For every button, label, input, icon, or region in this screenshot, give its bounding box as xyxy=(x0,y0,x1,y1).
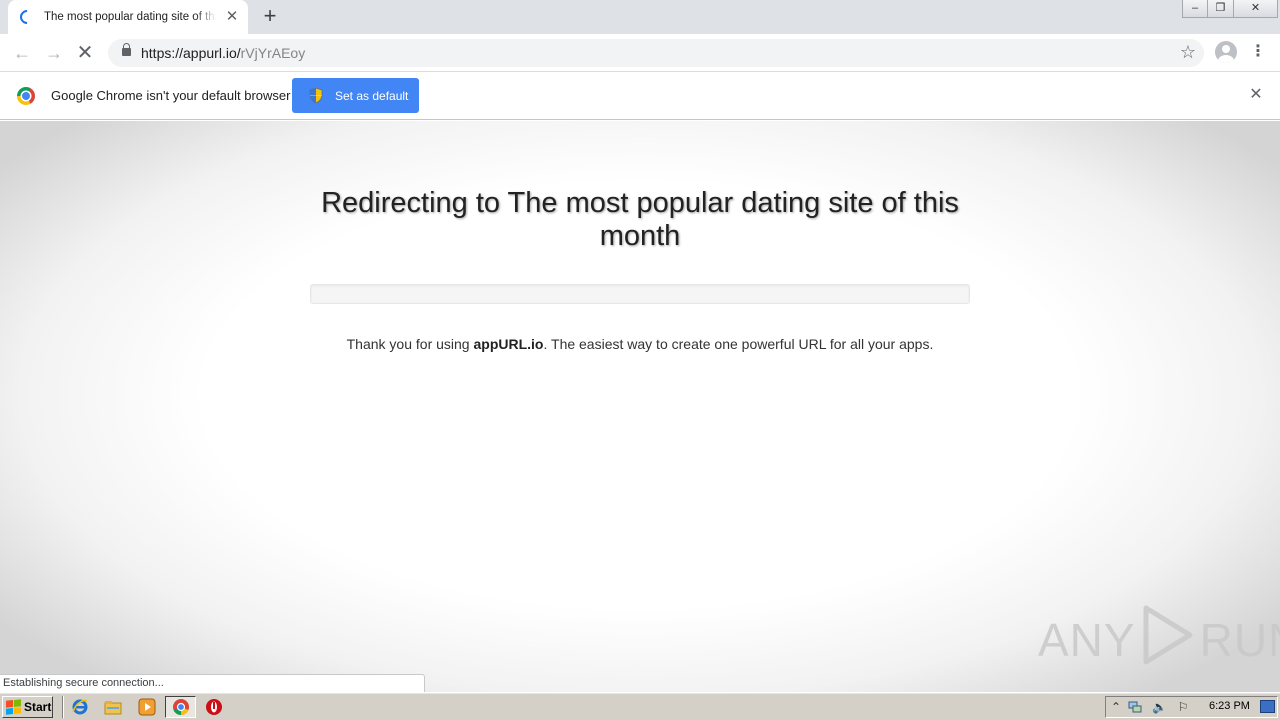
taskbar-separator xyxy=(62,696,64,718)
infobar-close-icon[interactable]: ✕ xyxy=(1247,86,1265,104)
redirect-headline: Redirecting to The most popular dating s… xyxy=(321,187,959,252)
opera-icon[interactable] xyxy=(205,698,223,716)
start-button[interactable]: Start xyxy=(2,696,53,718)
play-logo-icon xyxy=(1140,604,1196,677)
thanks-suffix: . The easiest way to create one powerful… xyxy=(543,336,934,352)
back-arrow-icon[interactable]: ← xyxy=(10,41,34,65)
address-bar[interactable]: https://appurl.io/rVjYrAEoy ☆ xyxy=(108,39,1204,67)
url-text[interactable]: https://appurl.io/rVjYrAEoy xyxy=(141,45,305,61)
status-bubble: Establishing secure connection... xyxy=(0,674,425,692)
chrome-icon xyxy=(172,698,190,716)
restore-button[interactable]: ❐ xyxy=(1208,0,1234,18)
set-as-default-label: Set as default xyxy=(335,88,409,103)
default-browser-infobar: Google Chrome isn't your default browser… xyxy=(0,72,1280,120)
tab-title: The most popular dating site of this mon… xyxy=(44,11,216,23)
internet-explorer-icon[interactable] xyxy=(71,698,89,716)
infobar-message: Google Chrome isn't your default browser xyxy=(51,88,291,103)
tab-strip: The most popular dating site of this mon… xyxy=(0,0,1280,34)
show-desktop-icon[interactable] xyxy=(1260,700,1275,713)
network-icon[interactable] xyxy=(1128,700,1142,714)
new-tab-button[interactable]: + xyxy=(258,5,282,29)
browser-toolbar: ← → ✕ https://appurl.io/rVjYrAEoy ☆ ⋮ xyxy=(0,34,1280,72)
minimize-button[interactable]: – xyxy=(1182,0,1208,18)
action-center-flag-icon[interactable]: ⚐ xyxy=(1176,700,1190,714)
stop-loading-icon[interactable]: ✕ xyxy=(73,41,97,65)
clock[interactable]: 6:23 PM xyxy=(1209,700,1250,712)
windows-taskbar: Start ⌃ 🔈 ⚐ 6:23 PM xyxy=(0,692,1280,720)
anyrun-watermark: ANY RUN xyxy=(1038,605,1280,671)
volume-icon[interactable]: 🔈 xyxy=(1152,700,1167,714)
bookmark-star-icon[interactable]: ☆ xyxy=(1180,42,1196,63)
url-path: rVjYrAEoy xyxy=(240,45,306,61)
chrome-menu-icon[interactable]: ⋮ xyxy=(1250,42,1266,64)
loading-spinner-icon xyxy=(17,7,37,27)
profile-avatar-icon[interactable] xyxy=(1215,41,1237,63)
taskbar-chrome-button[interactable] xyxy=(165,696,196,718)
thanks-prefix: Thank you for using xyxy=(346,336,474,352)
system-tray: ⌃ 🔈 ⚐ 6:23 PM xyxy=(1105,696,1278,718)
start-label: Start xyxy=(24,700,52,714)
tab-close-icon[interactable]: ✕ xyxy=(224,9,240,25)
chrome-logo-icon xyxy=(17,87,35,105)
thank-you-message: Thank you for using appURL.io. The easie… xyxy=(290,336,990,352)
window-controls: – ❐ ✕ xyxy=(1182,0,1278,18)
show-hidden-icons-chevron[interactable]: ⌃ xyxy=(1109,700,1123,714)
lock-icon[interactable] xyxy=(122,43,131,56)
window-close-button[interactable]: ✕ xyxy=(1234,0,1278,18)
redirect-progress-bar xyxy=(310,284,970,304)
url-host: https://appurl.io/ xyxy=(141,45,241,61)
explorer-folder-icon[interactable] xyxy=(104,698,122,716)
watermark-right-text: RUN xyxy=(1199,614,1280,666)
windows-logo-icon xyxy=(6,699,21,715)
uac-shield-icon xyxy=(309,88,323,103)
forward-arrow-icon[interactable]: → xyxy=(42,41,66,65)
page-viewport: Redirecting to The most popular dating s… xyxy=(0,121,1280,692)
media-player-icon[interactable] xyxy=(138,698,156,716)
watermark-left-text: ANY xyxy=(1038,614,1136,666)
browser-tab[interactable]: The most popular dating site of this mon… xyxy=(8,0,248,34)
set-as-default-button[interactable]: Set as default xyxy=(292,78,419,113)
brand-name: appURL.io xyxy=(473,336,544,352)
